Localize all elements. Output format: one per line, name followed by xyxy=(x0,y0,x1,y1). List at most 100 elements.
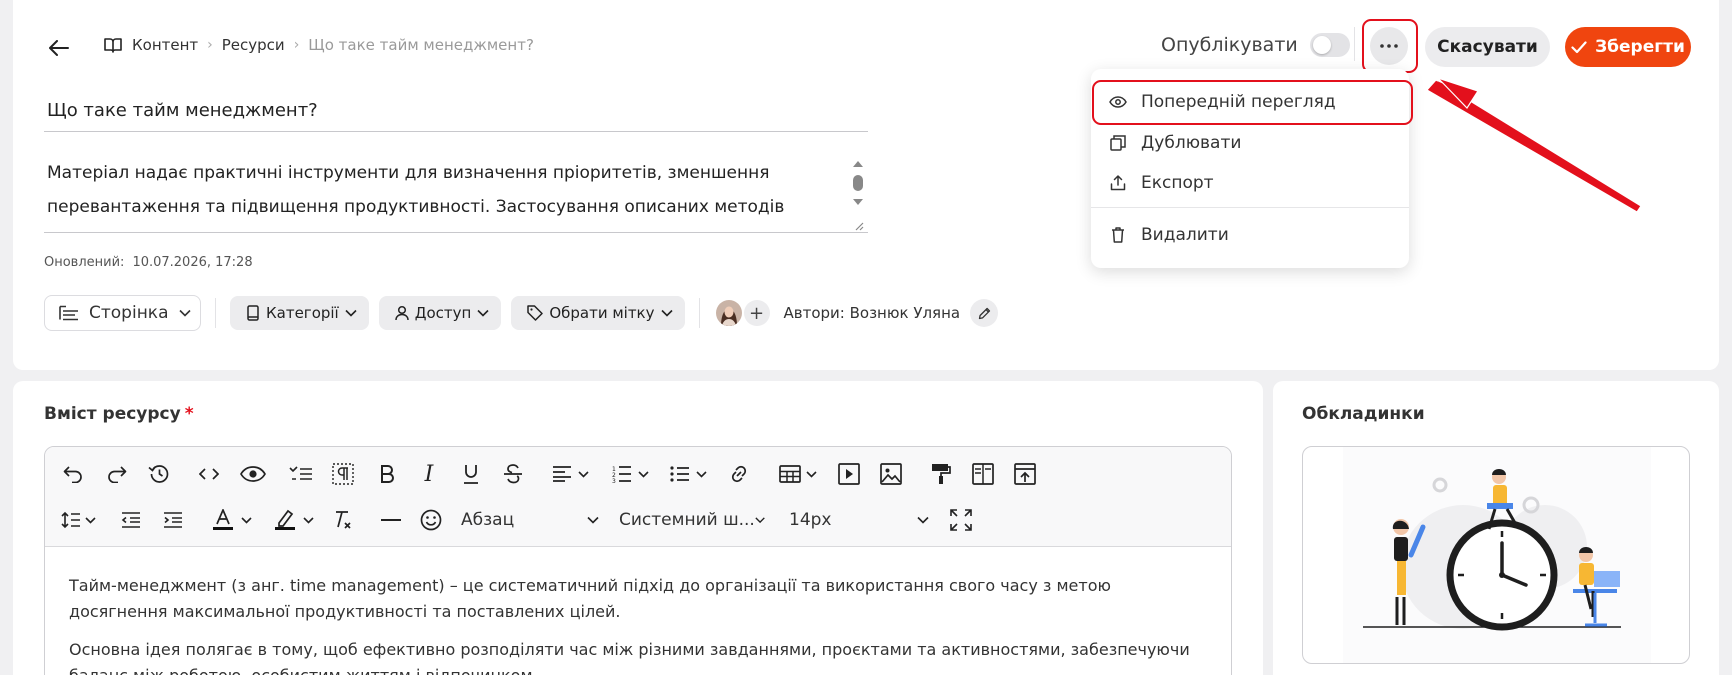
redo-icon[interactable] xyxy=(101,457,133,491)
menu-item-label: Експорт xyxy=(1141,173,1214,193)
chevron-down-icon xyxy=(917,516,929,524)
content-paragraph: Основна ідея полягає в тому, щоб ефектив… xyxy=(69,640,1190,675)
publish-toggle[interactable] xyxy=(1309,33,1350,57)
align-dropdown[interactable] xyxy=(545,457,595,491)
categories-label: Категорії xyxy=(266,304,339,322)
back-arrow-icon[interactable] xyxy=(44,33,74,63)
book-icon xyxy=(247,305,259,321)
access-button[interactable]: Доступ xyxy=(378,296,502,330)
image-icon[interactable] xyxy=(875,457,907,491)
font-family-select[interactable]: Системний ш... xyxy=(619,503,765,537)
bullet-list-dropdown[interactable] xyxy=(663,457,713,491)
block-format-select[interactable]: Абзац xyxy=(461,503,599,537)
emoji-icon[interactable] xyxy=(415,503,447,537)
line-height-dropdown[interactable] xyxy=(57,503,99,537)
breadcrumb-resources[interactable]: Ресурси xyxy=(222,36,285,54)
chevron-down-icon xyxy=(755,517,765,524)
chevron-down-icon xyxy=(660,309,673,317)
code-icon[interactable] xyxy=(193,457,225,491)
font-size-select[interactable]: 14px xyxy=(789,503,929,537)
italic-icon[interactable]: I xyxy=(413,457,445,491)
bold-icon[interactable] xyxy=(371,457,403,491)
undo-icon[interactable] xyxy=(57,457,89,491)
highlight-color-dropdown[interactable] xyxy=(269,503,319,537)
chevron-down-icon xyxy=(637,470,649,478)
toggle-knob xyxy=(1312,36,1331,54)
page-type-select[interactable]: Сторінка xyxy=(44,295,201,331)
layout-icon[interactable] xyxy=(967,457,999,491)
text-color-dropdown[interactable] xyxy=(207,503,257,537)
strikethrough-icon[interactable] xyxy=(497,457,529,491)
resource-title-input[interactable] xyxy=(44,96,868,132)
divider xyxy=(698,298,700,328)
access-label: Доступ xyxy=(414,304,472,322)
chevron-down-icon xyxy=(84,516,96,524)
link-icon[interactable] xyxy=(723,457,755,491)
authors-label: Автори: Вознюк Уляна xyxy=(783,304,961,322)
breadcrumb: Контент › Ресурси › Що таке тайм менеджм… xyxy=(104,36,534,54)
media-icon[interactable] xyxy=(833,457,865,491)
clear-format-icon[interactable] xyxy=(327,503,359,537)
copy-icon xyxy=(1109,135,1127,151)
indent-icon[interactable] xyxy=(157,503,189,537)
resize-handle[interactable] xyxy=(852,219,864,231)
updated-label: Оновлений: xyxy=(44,255,125,270)
horizontal-rule-icon[interactable] xyxy=(375,503,407,537)
tag-button[interactable]: Обрати мітку xyxy=(511,296,685,330)
check-icon xyxy=(1571,40,1587,53)
book-icon xyxy=(104,37,122,53)
underline-icon[interactable] xyxy=(455,457,487,491)
upload-icon[interactable] xyxy=(1009,457,1041,491)
breadcrumb-content[interactable]: Контент xyxy=(132,36,198,54)
editor-content[interactable]: Тайм-менеджмент (з анг. time management)… xyxy=(69,573,1209,675)
chevron-right-icon: › xyxy=(293,37,300,53)
export-icon xyxy=(1109,175,1127,191)
trash-icon xyxy=(1109,227,1127,243)
history-icon[interactable] xyxy=(143,457,175,491)
chevron-down-icon xyxy=(302,516,314,524)
chevron-down-icon xyxy=(240,516,252,524)
required-mark: * xyxy=(184,404,194,424)
show-blocks-icon[interactable] xyxy=(327,457,359,491)
resource-description[interactable]: Матеріал надає практичні інструменти для… xyxy=(44,156,868,233)
edit-authors-button[interactable] xyxy=(970,299,999,327)
save-button[interactable]: Зберегти xyxy=(1565,27,1691,67)
tag-icon xyxy=(527,305,544,321)
cover-image[interactable] xyxy=(1302,446,1690,664)
save-label: Зберегти xyxy=(1595,37,1685,57)
updated-info: Оновлений: 10.07.2026, 17:28 xyxy=(44,255,253,270)
table-dropdown[interactable] xyxy=(773,457,823,491)
description-line: перевантаження та підвищення продуктивно… xyxy=(47,197,785,217)
menu-item-delete[interactable]: Видалити xyxy=(1091,217,1409,253)
chevron-down-icon xyxy=(345,309,357,317)
list-indent-icon xyxy=(59,305,78,321)
menu-divider xyxy=(1091,207,1409,208)
add-author-button[interactable]: + xyxy=(743,300,770,326)
divider xyxy=(1354,27,1355,61)
publish-control: Опублікувати xyxy=(1161,33,1350,57)
fullscreen-icon[interactable] xyxy=(945,503,977,537)
checklist-icon[interactable] xyxy=(285,457,317,491)
updated-value: 10.07.2026, 17:28 xyxy=(132,255,253,270)
chevron-down-icon xyxy=(178,309,191,317)
content-paragraph: Тайм-менеджмент (з анг. time management)… xyxy=(69,576,1111,621)
highlight-box-more xyxy=(1362,19,1418,73)
ordered-list-dropdown[interactable]: 123 xyxy=(605,457,655,491)
menu-item-export[interactable]: Експорт xyxy=(1091,165,1409,201)
preview-eye-icon[interactable] xyxy=(236,457,270,491)
format-painter-icon[interactable] xyxy=(925,457,957,491)
pencil-icon xyxy=(978,307,990,319)
svg-text:3: 3 xyxy=(612,478,616,483)
cancel-button[interactable]: Скасувати xyxy=(1425,27,1550,67)
content-title-text: Вміст ресурсу xyxy=(44,404,181,424)
highlight-box-preview xyxy=(1092,80,1413,125)
menu-item-label: Видалити xyxy=(1141,225,1229,245)
avatar xyxy=(715,300,742,326)
menu-item-label: Дублювати xyxy=(1141,133,1242,153)
categories-button[interactable]: Категорії xyxy=(230,296,369,330)
menu-item-duplicate[interactable]: Дублювати xyxy=(1091,125,1409,161)
chevron-down-icon xyxy=(577,470,589,478)
description-scrollbar[interactable] xyxy=(851,157,865,213)
outdent-icon[interactable] xyxy=(115,503,147,537)
breadcrumb-current: Що таке тайм менеджмент? xyxy=(308,36,534,54)
